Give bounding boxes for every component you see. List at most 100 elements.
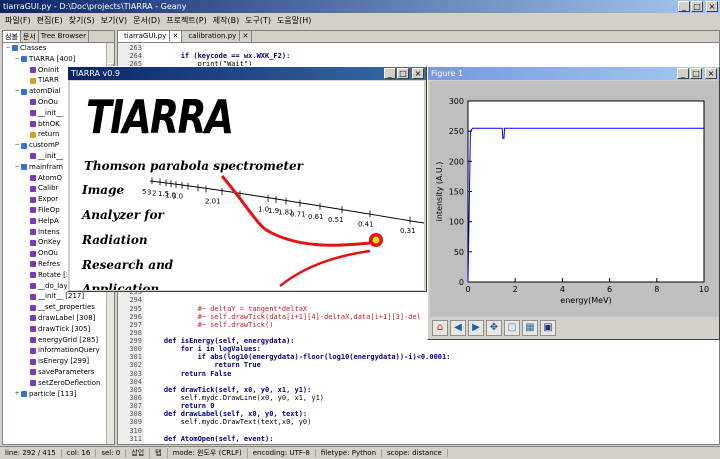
energy-tick-label: 0.71 bbox=[290, 210, 306, 218]
sidebar-tree-item[interactable]: energyGrid [285] bbox=[3, 335, 114, 346]
tiarra-close-button[interactable]: × bbox=[412, 68, 424, 79]
expander-icon[interactable]: − bbox=[14, 86, 20, 97]
ion-trace-tail bbox=[279, 249, 371, 287]
menu-edit[interactable]: 편집(E) bbox=[34, 15, 66, 26]
code-line[interactable]: 264 if (keycode == wx.WXK_F2): bbox=[118, 52, 719, 61]
sidebar-tree-item[interactable]: + particle [113] bbox=[3, 389, 114, 400]
figure-maximize-button[interactable]: □ bbox=[690, 68, 702, 79]
menu-help[interactable]: 도움말(H) bbox=[274, 15, 314, 26]
energy-tick-label: 0.31 bbox=[400, 227, 416, 235]
energy-tick-label: 5 bbox=[142, 188, 146, 196]
code-line[interactable]: 305 def drawTick(self, x0, y0, x1, y1): bbox=[118, 385, 719, 395]
menu-build[interactable]: 제작(B) bbox=[210, 15, 242, 26]
line-number: 298 bbox=[118, 328, 144, 338]
sidebar-tabs: 심볼 문서 Tree Browser bbox=[3, 31, 114, 43]
sidebar-tree-item[interactable]: isEnergy [299] bbox=[3, 356, 114, 367]
editor-tab-tiarragui[interactable]: tiarraGUI.py ✕ bbox=[118, 31, 183, 42]
sidebar-tree-item[interactable]: − TIARRA [400] bbox=[3, 54, 114, 65]
line-number: 295 bbox=[118, 304, 144, 313]
save-button[interactable]: ▣ bbox=[540, 320, 556, 336]
code-line[interactable]: 263 bbox=[118, 44, 719, 53]
method-icon bbox=[30, 304, 36, 311]
code-line[interactable]: 300 for i in logValues: bbox=[118, 345, 719, 354]
sidebar-tree-item[interactable]: saveParameters bbox=[3, 367, 114, 378]
configure-button[interactable]: ▦ bbox=[522, 320, 538, 336]
expander-icon[interactable]: − bbox=[5, 43, 11, 54]
figure-plot-area[interactable]: 0 50 100 150 200 250 300 0 2 4 6 8 10 energy(MeV) i… bbox=[430, 81, 719, 317]
y-tick-label: 200 bbox=[449, 157, 464, 166]
tree-item-label: btnOK bbox=[38, 119, 60, 128]
menu-view[interactable]: 보기(V) bbox=[98, 15, 130, 26]
line-number: 310 bbox=[118, 426, 144, 435]
tiarra-logo: TIARRA bbox=[86, 90, 234, 144]
menu-tools[interactable]: 도구(T) bbox=[242, 15, 274, 26]
code-line[interactable]: 301 if abs(log10(energydata)-floor(log10… bbox=[118, 353, 719, 362]
code-line[interactable]: 309 self.mydc.DrawText(text,x0, y0) bbox=[118, 418, 719, 427]
line-text: def drawTick(self, x0, y0, x1, y1): bbox=[147, 385, 312, 394]
back-button[interactable]: ◀ bbox=[450, 320, 466, 336]
method-icon bbox=[30, 207, 36, 214]
editor-tab-calibration[interactable]: calibration.py ✕ bbox=[182, 31, 253, 42]
tree-item-label: Expor bbox=[38, 195, 59, 204]
tiarra-minimize-button[interactable]: _ bbox=[384, 68, 396, 79]
zoom-button[interactable]: ▢ bbox=[504, 320, 520, 336]
code-line[interactable]: 308 def drawLabel(self, x0, y0, text): bbox=[118, 410, 719, 419]
method-icon bbox=[30, 196, 36, 203]
figure-minimize-button[interactable]: _ bbox=[677, 68, 689, 79]
line-number: 312 bbox=[118, 442, 144, 444]
line-number: 264 bbox=[118, 52, 144, 61]
expander-icon[interactable]: − bbox=[14, 54, 20, 65]
code-line[interactable]: 312 pass bbox=[118, 442, 719, 444]
tiarra-canvas[interactable]: 5 3 2 1.5 1.0 3.0 2.01 1.0 1.9 1.81 0.71 0.61 0.51 0.… bbox=[70, 81, 424, 290]
tab-symbols[interactable]: 심볼 bbox=[3, 31, 21, 42]
acronym-line-1: Image bbox=[82, 183, 125, 197]
tiarra-maximize-button[interactable]: □ bbox=[397, 68, 409, 79]
minimize-button[interactable]: _ bbox=[678, 1, 690, 12]
code-line[interactable]: 307 return 0 bbox=[118, 402, 719, 411]
expander-icon[interactable]: + bbox=[14, 389, 20, 400]
sidebar-tree-item[interactable]: drawLabel [308] bbox=[3, 313, 114, 324]
menu-search[interactable]: 찾기(S) bbox=[66, 15, 98, 26]
expander-icon[interactable]: − bbox=[14, 140, 20, 151]
code-line[interactable]: 303 return False bbox=[118, 369, 719, 378]
status-tab: 탭 bbox=[150, 448, 168, 458]
tree-item-label: AtomO bbox=[38, 173, 63, 182]
menu-bar: 파일(F) 편집(E) 찾기(S) 보기(V) 문서(D) 프로젝트(P) 제작… bbox=[0, 13, 720, 28]
expander-icon[interactable]: − bbox=[14, 162, 20, 173]
sidebar-tree-item[interactable]: __set_properties bbox=[3, 302, 114, 313]
menu-project[interactable]: 프로젝트(P) bbox=[163, 15, 210, 26]
menu-file[interactable]: 파일(F) bbox=[2, 15, 34, 26]
sidebar-tree-item[interactable]: informationQuery bbox=[3, 345, 114, 356]
figure-close-button[interactable]: × bbox=[705, 68, 717, 79]
line-number: 299 bbox=[118, 337, 144, 346]
maximize-button[interactable]: □ bbox=[691, 1, 703, 12]
tab-documents[interactable]: 문서 bbox=[21, 31, 39, 42]
forward-button[interactable]: ▶ bbox=[468, 320, 484, 336]
code-line[interactable]: 304 bbox=[118, 377, 719, 386]
sidebar-tree-item[interactable]: drawTick [305] bbox=[3, 324, 114, 335]
sidebar-tree-item[interactable]: − Classes bbox=[3, 43, 114, 54]
line-text: #~ self.drawTick() bbox=[147, 320, 274, 329]
status-bar: line: 292 / 415 col: 16 sel: 0 삽입 탭 mode… bbox=[0, 446, 720, 459]
code-line[interactable]: 311 def AtomOpen(self, event): bbox=[118, 434, 719, 443]
status-filetype: filetype: Python bbox=[316, 449, 383, 457]
status-insert: 삽입 bbox=[126, 448, 151, 458]
home-button[interactable]: ⌂ bbox=[432, 320, 448, 336]
tab-tree-browser[interactable]: Tree Browser bbox=[39, 31, 89, 42]
main-title-bar[interactable]: tiarraGUI.py - D:\Doc\projects\TIARRA - … bbox=[0, 0, 720, 13]
code-line[interactable]: 302 return True bbox=[118, 361, 719, 370]
tiarra-title-bar[interactable]: TIARRA v0.9 _ □ × bbox=[68, 67, 426, 80]
code-line[interactable]: 306 self.mydc.DrawLine(x0, y0, x1, y1) bbox=[118, 394, 719, 403]
sidebar-tree-item[interactable]: __init__ [217] bbox=[3, 291, 114, 302]
figure-title-bar[interactable]: Figure 1 _ □ × bbox=[428, 67, 719, 80]
method-icon bbox=[30, 250, 36, 257]
close-button[interactable]: × bbox=[706, 1, 718, 12]
code-line[interactable]: 310 bbox=[118, 426, 719, 435]
pan-icon: ✥ bbox=[489, 322, 499, 333]
pan-button[interactable]: ✥ bbox=[486, 320, 502, 336]
sidebar-tree-item[interactable]: setZeroDeflection bbox=[3, 378, 114, 389]
tree-item-label: __set_properties bbox=[38, 303, 95, 312]
tree-item-label: return bbox=[38, 130, 60, 139]
tree-item-label: __init__ bbox=[38, 108, 64, 117]
menu-document[interactable]: 문서(D) bbox=[130, 15, 163, 26]
